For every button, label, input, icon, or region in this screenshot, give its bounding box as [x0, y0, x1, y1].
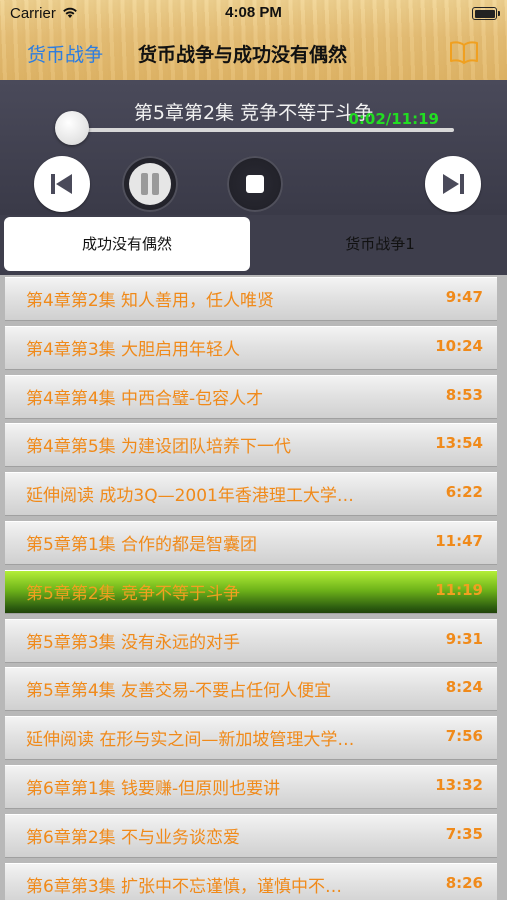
episode-title: 延伸阅读 成功3Q—2001年香港理工大学…	[26, 486, 354, 507]
next-icon	[443, 174, 464, 194]
list-item[interactable]: 第5章第4集 友善交易-不要占任何人便宜 8:24	[5, 667, 497, 712]
header-bar: Carrier 4:08 PM 货币战争 货币战争与成功没有偶然	[0, 0, 507, 80]
episode-title: 延伸阅读 在形与实之间—新加坡管理大学…	[26, 730, 355, 751]
previous-icon	[51, 174, 72, 194]
episode-duration: 13:54	[435, 434, 483, 453]
episode-duration: 11:19	[435, 580, 483, 599]
list-item[interactable]: 第4章第5集 为建设团队培养下一代 13:54	[5, 423, 497, 468]
stop-button[interactable]	[227, 156, 283, 212]
episode-duration: 11:47	[435, 532, 483, 550]
episode-title: 第4章第5集 为建设团队培养下一代	[26, 437, 292, 458]
episode-duration: 10:24	[435, 336, 483, 355]
tab-bar: 成功没有偶然 货币战争1	[0, 215, 507, 275]
status-bar: Carrier 4:08 PM	[0, 0, 507, 28]
time-readout: 0:02/11:19	[348, 110, 439, 128]
episode-title: 第5章第3集 没有永远的对手	[26, 632, 241, 653]
book-icon[interactable]	[449, 40, 479, 64]
list-item[interactable]: 第5章第1集 合作的都是智囊团 11:47	[5, 521, 497, 565]
list-item[interactable]: 延伸阅读 在形与实之间—新加坡管理大学… 7:56	[5, 716, 497, 761]
episode-title: 第6章第2集 不与业务谈恋爱	[26, 827, 241, 848]
episode-duration: 7:56	[445, 727, 483, 746]
progress-slider-thumb[interactable]	[55, 111, 89, 145]
list-item[interactable]: 第4章第3集 大胆启用年轻人 10:24	[5, 325, 497, 370]
episode-duration: 8:24	[445, 678, 483, 697]
episode-title: 第5章第1集 合作的都是智囊团	[26, 535, 258, 555]
episode-title: 第4章第4集 中西合璧-包容人才	[26, 388, 264, 409]
episode-duration: 9:31	[445, 629, 483, 648]
pause-button[interactable]	[122, 156, 178, 212]
list-item[interactable]: 第5章第3集 没有永远的对手 9:31	[5, 618, 497, 663]
list-item[interactable]: 第4章第4集 中西合璧-包容人才 8:53	[5, 374, 497, 419]
episode-list[interactable]: 第4章第2集 知人善用，任人唯贤 9:47 第4章第3集 大胆启用年轻人 10:24 第…	[0, 275, 507, 900]
episode-duration: 9:47	[445, 288, 483, 306]
episode-title: 第6章第1集 钱要赚-但原则也要讲	[26, 779, 281, 799]
tab-huobi[interactable]: 货币战争1	[257, 217, 503, 271]
episode-title: 第5章第2集 竞争不等于斗争	[26, 583, 241, 604]
pause-icon	[129, 163, 171, 205]
list-item[interactable]: 延伸阅读 成功3Q—2001年香港理工大学… 6:22	[5, 472, 497, 517]
battery-icon	[472, 7, 500, 20]
episode-title: 第5章第4集 友善交易-不要占任何人便宜	[26, 681, 332, 702]
previous-button[interactable]	[34, 156, 90, 212]
episode-duration: 6:22	[445, 483, 483, 502]
list-item[interactable]: 第6章第3集 扩张中不忘谨慎，谨慎中不… 8:26	[5, 862, 497, 900]
list-item[interactable]: 第6章第1集 钱要赚-但原则也要讲 13:32	[5, 765, 497, 809]
episode-title: 第6章第3集 扩张中不忘谨慎，谨慎中不…	[26, 876, 343, 897]
stop-icon	[246, 175, 264, 193]
nav-back-button[interactable]: 货币战争	[27, 40, 103, 67]
player-panel: 第5章第2集 竞争不等于斗争 0:02/11:19	[0, 80, 507, 215]
episode-duration: 13:32	[435, 776, 483, 794]
list-item[interactable]: 第4章第2集 知人善用，任人唯贤 9:47	[5, 277, 497, 321]
episode-title: 第4章第3集 大胆启用年轻人	[26, 339, 241, 360]
next-button[interactable]	[425, 156, 481, 212]
episode-title: 第4章第2集 知人善用，任人唯贤	[26, 291, 275, 311]
status-time: 4:08 PM	[225, 4, 282, 21]
progress-slider[interactable]	[70, 128, 454, 132]
episode-duration: 7:35	[445, 824, 483, 843]
episode-duration: 8:26	[445, 873, 483, 892]
list-item-playing[interactable]: 第5章第2集 竞争不等于斗争 11:19	[5, 569, 497, 614]
episode-duration: 8:53	[445, 385, 483, 404]
tab-chenggong[interactable]: 成功没有偶然	[4, 217, 250, 271]
list-item[interactable]: 第6章第2集 不与业务谈恋爱 7:35	[5, 813, 497, 858]
page-title: 货币战争与成功没有偶然	[138, 44, 348, 66]
